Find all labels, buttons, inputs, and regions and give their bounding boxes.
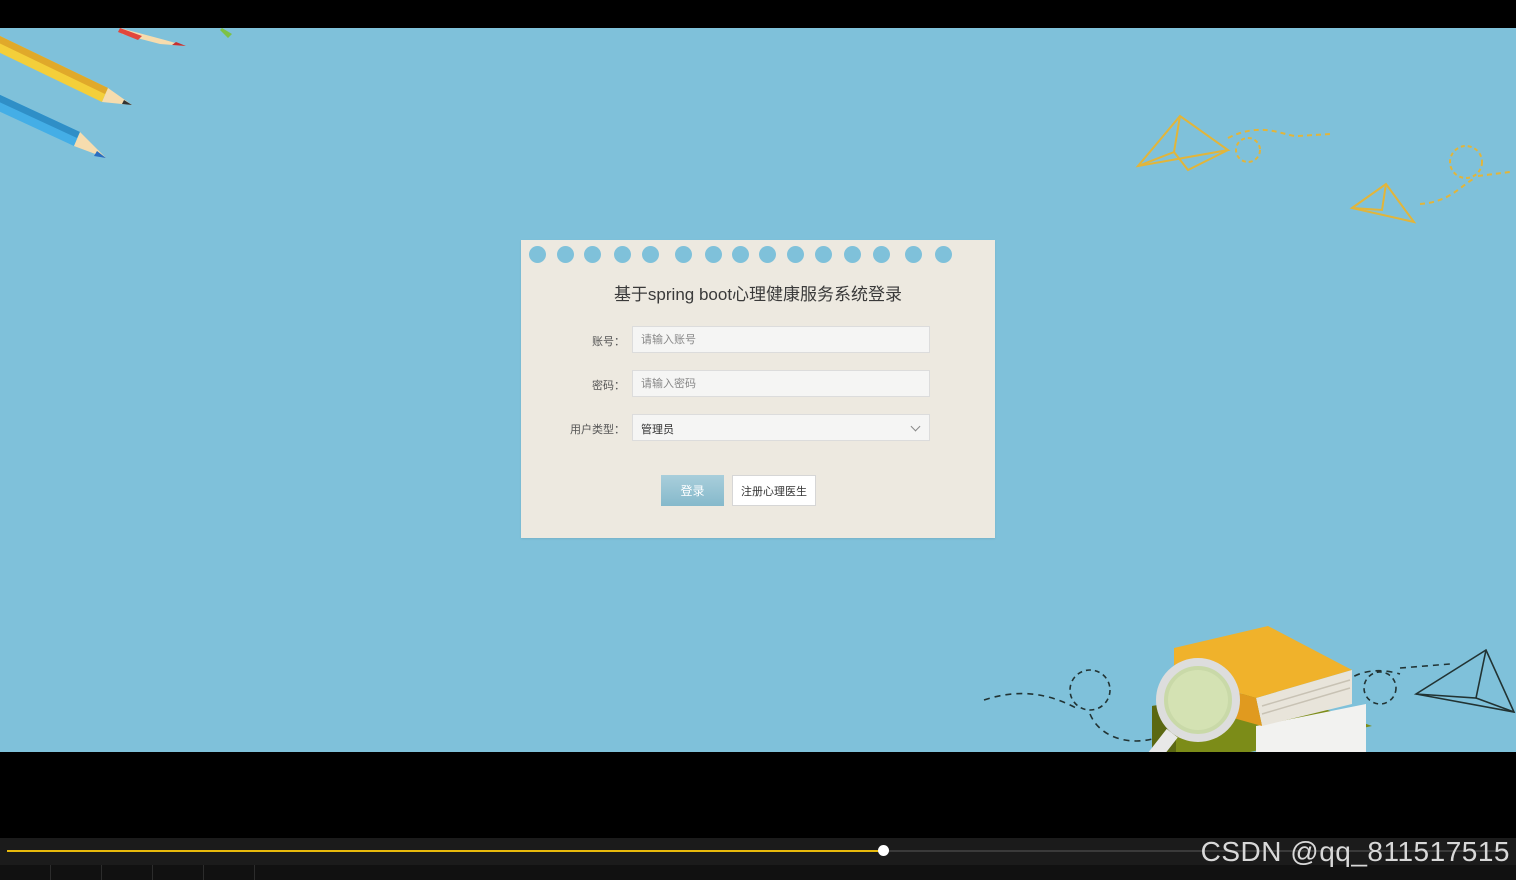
account-input[interactable]	[632, 326, 930, 353]
progress-fill	[7, 850, 883, 852]
books-decoration	[983, 626, 1516, 752]
binder-hole	[732, 246, 749, 263]
video-player-controls: CSDN @qq_811517515	[0, 836, 1516, 880]
binder-hole	[844, 246, 861, 263]
user-type-value: 管理员	[641, 423, 674, 436]
login-button[interactable]: 登录	[661, 475, 724, 506]
account-label: 账号：	[592, 335, 625, 348]
account-row: 账号：	[521, 326, 995, 354]
binder-hole	[584, 246, 601, 263]
control-button[interactable]	[102, 865, 153, 880]
control-button[interactable]	[0, 865, 51, 880]
binder-holes	[521, 246, 995, 264]
control-button[interactable]	[153, 865, 204, 880]
binder-hole	[873, 246, 890, 263]
chevron-down-icon	[910, 421, 921, 432]
binder-hole	[759, 246, 776, 263]
binder-hole	[557, 246, 574, 263]
binder-hole	[614, 246, 631, 263]
password-label: 密码：	[592, 379, 625, 392]
binder-hole	[815, 246, 832, 263]
password-input[interactable]	[632, 370, 930, 397]
user-type-select[interactable]: 管理员	[632, 414, 930, 441]
watermark-text: CSDN @qq_811517515	[1200, 836, 1510, 867]
user-type-row: 用户类型： 管理员	[521, 414, 995, 442]
binder-hole	[787, 246, 804, 263]
register-doctor-button[interactable]: 注册心理医生	[732, 475, 816, 506]
paper-plane-decoration	[1135, 114, 1511, 224]
user-type-label: 用户类型：	[570, 423, 625, 436]
binder-hole	[705, 246, 722, 263]
binder-hole	[935, 246, 952, 263]
password-row: 密码：	[521, 370, 995, 398]
login-title: 基于spring boot心理健康服务系统登录	[613, 285, 903, 304]
binder-hole	[905, 246, 922, 263]
page-background: 基于spring boot心理健康服务系统登录 账号： 密码： 用户类型： 管理…	[0, 28, 1516, 752]
login-card: 基于spring boot心理健康服务系统登录 账号： 密码： 用户类型： 管理…	[521, 240, 995, 538]
binder-hole	[642, 246, 659, 263]
pencils-decoration	[0, 28, 232, 158]
control-button[interactable]	[51, 865, 102, 880]
binder-hole	[675, 246, 692, 263]
binder-hole	[529, 246, 546, 263]
control-button[interactable]	[204, 865, 255, 880]
progress-thumb[interactable]	[878, 845, 889, 856]
